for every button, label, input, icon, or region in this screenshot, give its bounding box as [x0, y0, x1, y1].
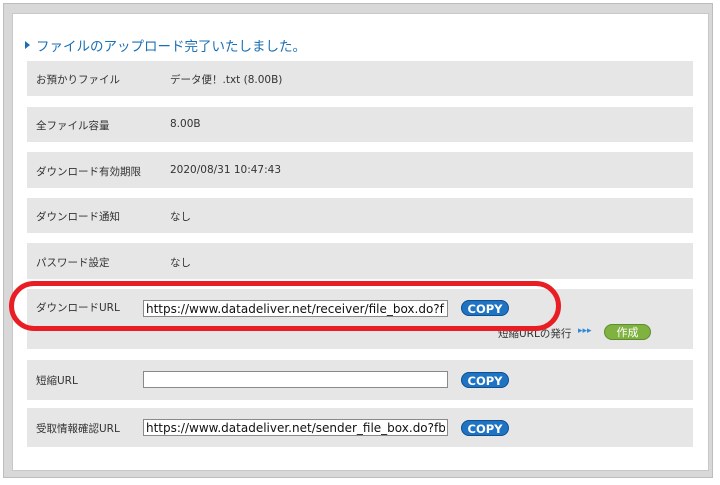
page-title: ファイルのアップロード完了いたしました。: [25, 35, 306, 55]
row-total-size: 全ファイル容量 8.00B: [27, 107, 693, 142]
triangle-bullet-icon: [25, 41, 30, 49]
row-value: データ便！.txt (8.00B): [170, 74, 283, 86]
copy-short-url-button[interactable]: COPY: [461, 372, 509, 388]
row-password: パスワード設定 なし: [27, 243, 693, 279]
row-label: ダウンロードURL: [36, 302, 120, 314]
create-short-url-button[interactable]: 作成: [604, 324, 651, 340]
row-label: パスワード設定: [36, 257, 110, 269]
row-value: 2020/08/31 10:47:43: [170, 164, 282, 176]
confirm-url-field[interactable]: [143, 419, 448, 436]
copy-confirm-url-button[interactable]: COPY: [461, 420, 509, 436]
short-url-field[interactable]: [143, 371, 448, 388]
arrows-icon: ▸▸▸: [578, 326, 592, 336]
page-title-text: ファイルのアップロード完了いたしました。: [36, 39, 306, 55]
row-label: ダウンロード通知: [36, 211, 120, 223]
copy-download-url-button[interactable]: COPY: [461, 300, 509, 316]
download-url-field[interactable]: [143, 300, 448, 317]
row-notification: ダウンロード通知 なし: [27, 198, 693, 233]
row-label: お預かりファイル: [36, 74, 120, 86]
row-download-url: ダウンロードURL: [27, 289, 693, 349]
row-value: なし: [170, 257, 191, 269]
row-label: 受取情報確認URL: [36, 423, 120, 435]
row-file: お預かりファイル データ便！.txt (8.00B): [27, 61, 693, 96]
shorten-url-label: 短縮URLの発行: [498, 328, 572, 340]
row-expiry: ダウンロード有効期限 2020/08/31 10:47:43: [27, 152, 693, 188]
row-value: なし: [170, 211, 191, 223]
row-value: 8.00B: [170, 118, 201, 130]
row-label: 全ファイル容量: [36, 120, 110, 132]
row-label: ダウンロード有効期限: [36, 166, 141, 178]
row-label: 短縮URL: [36, 375, 78, 387]
